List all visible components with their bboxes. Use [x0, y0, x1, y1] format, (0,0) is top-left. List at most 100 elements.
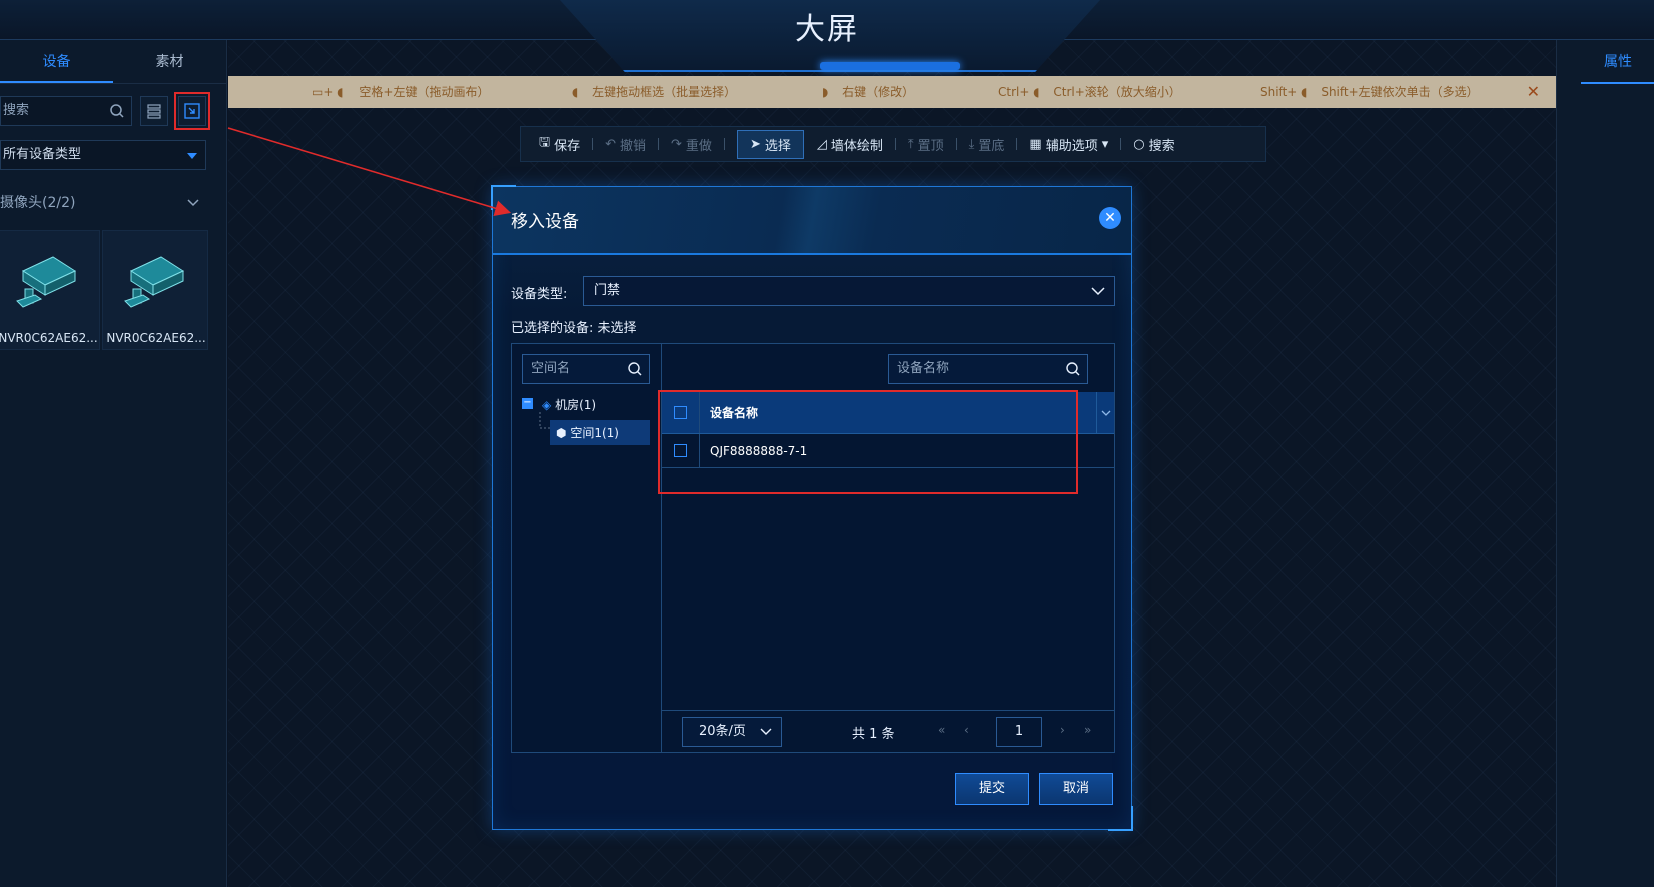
- cancel-button[interactable]: 取消: [1039, 773, 1113, 805]
- left-panel: 设备 素材 搜索 所有设备类型 摄像头(2/2) NVR0C62AE62... …: [0, 40, 227, 887]
- hint-box-select: ◖ 左键拖动框选（批量选择）: [572, 76, 736, 108]
- left-tabs: 设备 素材: [0, 40, 226, 84]
- assist-options-button[interactable]: ▦ 辅助选项 ▾: [1029, 135, 1108, 154]
- right-panel: 属性: [1556, 40, 1654, 887]
- hint-keys: Ctrl+: [998, 85, 1030, 99]
- to-top-icon: ⤒: [907, 136, 914, 152]
- undo-icon: ↶: [605, 136, 616, 152]
- device-type-select[interactable]: 所有设备类型: [0, 140, 206, 170]
- hint-keys: ▭+: [312, 85, 334, 99]
- tree-node-label: 空间1(1): [570, 426, 619, 440]
- chevron-down-icon: [1101, 410, 1110, 416]
- hint-bar: ▭+ ◖ 空格+左键（拖动画布） ◖ 左键拖动框选（批量选择） ◗ 右键（修改）…: [228, 76, 1556, 108]
- caret-down-icon: [187, 153, 197, 159]
- column-menu-button[interactable]: [1096, 392, 1114, 433]
- device-search-input[interactable]: 搜索: [0, 96, 132, 126]
- toolbar-divider: [810, 138, 811, 150]
- move-in-device-dialog: 移入设备 ✕ 设备类型: 门禁 已选择的设备: 未选择 空间名 − ◈ 机房(1…: [491, 185, 1133, 831]
- device-card[interactable]: NVR0C62AE62...: [0, 230, 100, 350]
- dialog-device-type-select[interactable]: 门禁: [583, 276, 1115, 306]
- editor-toolbar: 🖫 保存 ↶ 撤销 ↷ 重做 ➤ 选择 ◿ 墙体绘制 ⤒ 置顶 ⤓ 置底 ▦ 辅…: [520, 126, 1266, 162]
- list-icon: [147, 104, 161, 119]
- tool-label: 置底: [978, 138, 1005, 154]
- first-page-button[interactable]: «: [938, 723, 945, 737]
- dialog-close-button[interactable]: ✕: [1099, 207, 1121, 229]
- save-icon: 🖫: [539, 135, 551, 150]
- table-icon: ▦: [1029, 136, 1042, 152]
- mouse-icon: ◖: [572, 85, 579, 99]
- tab-devices[interactable]: 设备: [0, 40, 113, 83]
- search-icon: [1066, 362, 1080, 376]
- tool-label: 选择: [764, 138, 791, 154]
- toolbar-divider: [658, 138, 660, 150]
- mouse-icon: ◖: [337, 85, 344, 99]
- draw-icon: ◿: [816, 136, 827, 152]
- hint-multi-select: Shift+ ◖ Shift+左键依次单击（多选）: [1260, 76, 1479, 108]
- redo-button[interactable]: ↷ 重做: [671, 135, 712, 154]
- tool-label: 搜索: [1148, 138, 1175, 154]
- wall-draw-button[interactable]: ◿ 墙体绘制: [817, 135, 883, 154]
- tab-properties[interactable]: 属性: [1581, 40, 1654, 84]
- hint-close-button[interactable]: ✕: [1527, 76, 1540, 108]
- submit-button[interactable]: 提交: [955, 773, 1029, 805]
- tool-label: 墙体绘制: [830, 138, 883, 154]
- hint-text: Shift+左键依次单击（多选）: [1321, 85, 1479, 99]
- undo-button[interactable]: ↶ 撤销: [605, 135, 646, 154]
- device-name-search-input[interactable]: 设备名称: [888, 354, 1088, 384]
- device-name: NVR0C62AE62...: [0, 331, 98, 345]
- cube-icon: ⬢: [556, 426, 567, 440]
- mouse-icon: ◖: [1033, 85, 1040, 99]
- hint-text: Ctrl+滚轮（放大缩小）: [1053, 85, 1181, 99]
- last-page-button[interactable]: »: [1084, 723, 1091, 737]
- toolbar-divider: [955, 138, 957, 150]
- save-button[interactable]: 🖫 保存: [539, 133, 580, 155]
- dialog-header: 移入设备 ✕: [493, 187, 1131, 255]
- caret-down-icon: ▾: [1101, 136, 1109, 152]
- tree-node-machine-room[interactable]: ◈ 机房(1): [542, 396, 596, 413]
- left-search-row: 搜索: [0, 92, 227, 130]
- toolbar-divider: [723, 138, 725, 150]
- cursor-icon: ➤: [749, 136, 761, 152]
- bring-to-top-button[interactable]: ⤒ 置顶: [908, 135, 944, 154]
- tool-label: 重做: [685, 138, 712, 154]
- redo-icon: ↷: [671, 136, 682, 152]
- prev-page-button[interactable]: ‹: [964, 723, 969, 737]
- import-icon: [184, 103, 200, 119]
- page-title: 大屏: [795, 12, 859, 47]
- search-icon: [628, 362, 642, 376]
- toolbar-divider: [1016, 138, 1018, 150]
- move-in-device-button[interactable]: [174, 92, 210, 130]
- chevron-down-icon: [1091, 287, 1105, 296]
- camera-icon: [124, 256, 185, 308]
- space-search-input[interactable]: 空间名: [522, 354, 650, 384]
- page-size-select[interactable]: 20条/页: [682, 717, 782, 747]
- toolbar-divider: [592, 138, 594, 150]
- tree-node-space-1[interactable]: ⬢ 空间1(1): [550, 420, 650, 445]
- page-number-input[interactable]: 1: [996, 717, 1042, 747]
- toolbar-divider: [894, 138, 896, 150]
- tree-node-label: 机房(1): [555, 398, 597, 412]
- send-to-bottom-button[interactable]: ⤓ 置底: [969, 135, 1005, 154]
- device-card[interactable]: NVR0C62AE62...: [102, 230, 208, 350]
- device-list-panel: 设备名称 设备名称 QJF8888888-7-1 20条/页 共 1 条 « ‹…: [658, 344, 1114, 752]
- corner-decoration: [1108, 806, 1133, 831]
- next-page-button[interactable]: ›: [1060, 723, 1065, 737]
- tool-label: 保存: [554, 138, 581, 154]
- corner-decoration: [491, 185, 516, 210]
- hint-text: 右键（修改）: [842, 85, 915, 99]
- toolbar-search-button[interactable]: ○ 搜索: [1133, 135, 1174, 154]
- device-type-value: 所有设备类型: [3, 147, 82, 162]
- pagination: 20条/页 共 1 条 « ‹ 1 › »: [662, 710, 1114, 752]
- tab-materials[interactable]: 素材: [113, 40, 226, 83]
- device-type-value: 门禁: [594, 283, 621, 298]
- search-icon: [110, 104, 124, 118]
- tool-label: 撤销: [620, 138, 647, 154]
- camera-icon: [16, 256, 77, 308]
- tool-label: 置顶: [917, 138, 944, 154]
- select-tool-button[interactable]: ➤ 选择: [736, 129, 804, 159]
- tree-collapse-toggle[interactable]: −: [522, 398, 533, 409]
- list-view-button[interactable]: [140, 96, 168, 126]
- tool-label: 辅助选项: [1045, 138, 1098, 154]
- search-placeholder: 搜索: [3, 103, 30, 118]
- camera-group-header[interactable]: 摄像头(2/2): [0, 190, 206, 216]
